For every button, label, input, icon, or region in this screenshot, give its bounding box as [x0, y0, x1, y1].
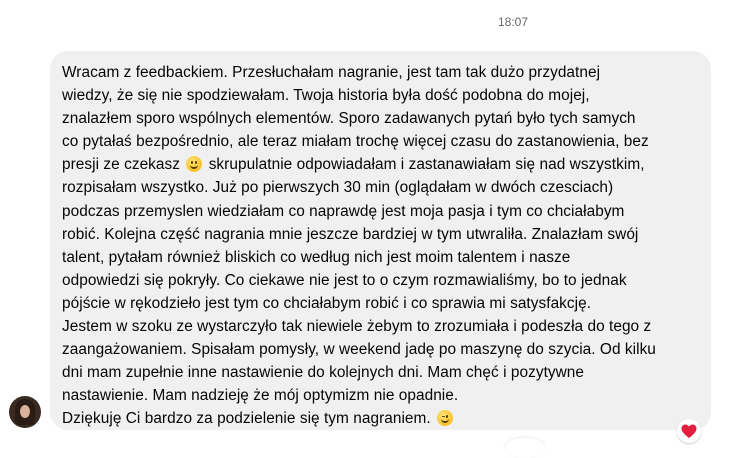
message-text: skrupulatnie odpowiadałam i zastanawiała…: [208, 156, 645, 174]
smiling-face-emoji-icon: [186, 156, 203, 173]
message-line: talent, pytałam również bliskich co wedł…: [62, 248, 571, 266]
heart-reaction-icon[interactable]: [677, 419, 701, 443]
message-line: wiedzy, że się nie spodziewałam. Twoja h…: [62, 87, 590, 105]
avatar-face: [20, 405, 30, 418]
message-line: co pytałaś bezpośrednio, ale teraz miała…: [62, 133, 649, 151]
message-line: pójście w rękodzieło jest tym co chciała…: [62, 294, 592, 312]
message-text: Dziękuję Ci bardzo za podzielenie się ty…: [62, 410, 431, 428]
scroll-indicator: [505, 438, 545, 458]
message-line: odpowiedzi się pokryły. Co ciekawe nie j…: [62, 271, 627, 289]
message-line-with-emoji: presji ze czekasz skrupulatnie odpowiada…: [62, 153, 699, 176]
message-line: Wracam z feedbackiem. Przesłuchałam nagr…: [62, 64, 601, 81]
message-line: nastawienie. Mam nadzieję że mój optymiz…: [62, 387, 459, 405]
message-line: rozpisałam wszystko. Już po pierwszych 3…: [62, 179, 614, 197]
message-line: zaangażowaniem. Spisałam pomysły, w week…: [62, 341, 656, 359]
message-line: Jestem w szoku ze wystarczyło tak niewie…: [62, 318, 652, 336]
sender-avatar[interactable]: [9, 396, 41, 428]
message-bubble[interactable]: Wracam z feedbackiem. Przesłuchałam nagr…: [50, 51, 711, 430]
message-text: presji ze czekasz: [62, 156, 181, 174]
message-timestamp: 18:07: [497, 15, 529, 29]
message-line: znalazłem sporo wspólnych elementów. Spo…: [62, 110, 636, 128]
message-line: robić. Kolejna część nagrania mnie jeszc…: [62, 225, 639, 243]
message-line: podczas przemyslen wiedziałam co naprawd…: [62, 202, 625, 220]
message-line: dni mam zupełnie inne nastawienie do kol…: [62, 364, 585, 382]
heart-icon: [681, 424, 697, 438]
winking-face-emoji-icon: [437, 410, 454, 427]
message-line-with-emoji: Dziękuję Ci bardzo za podzielenie się ty…: [62, 407, 699, 430]
